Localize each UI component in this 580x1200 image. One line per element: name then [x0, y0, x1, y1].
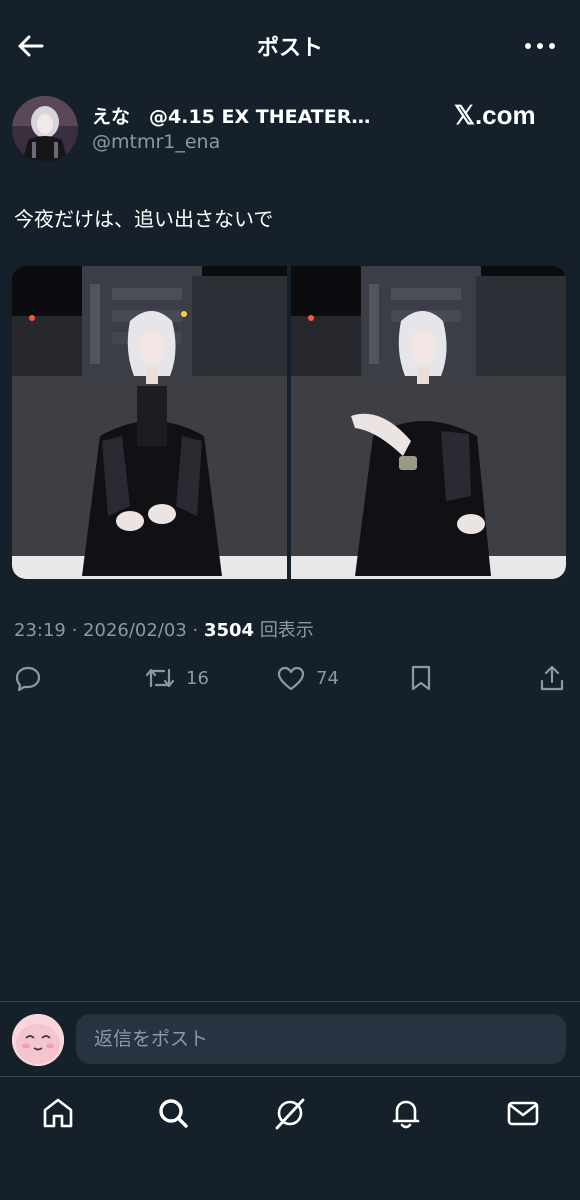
share-icon: [540, 665, 564, 691]
post-actions: 16 74: [0, 660, 580, 700]
user-avatar[interactable]: [12, 1014, 64, 1066]
post-author: えな @4.15 EX THEATER… @mtmr1_ena 𝕏.com: [0, 96, 580, 166]
bookmark-icon: [411, 665, 431, 691]
messages-icon[interactable]: [505, 1095, 541, 1131]
post-text: 今夜だけは、追い出さないで: [14, 207, 274, 231]
photo-1[interactable]: [12, 266, 287, 579]
reply-composer: [0, 1002, 580, 1076]
post-meta: 23:19 · 2026/02/03 · 3504 回表示: [14, 620, 314, 641]
repost-icon: [145, 668, 175, 688]
photo-2[interactable]: [291, 266, 566, 579]
top-bar: ポスト: [0, 0, 580, 92]
watermark-brand: 𝕏.com: [454, 100, 536, 130]
page-title: ポスト: [256, 36, 323, 61]
author-name[interactable]: えな @4.15 EX THEATER…: [92, 102, 370, 129]
post-time: 23:19: [14, 620, 66, 641]
notifications-icon[interactable]: [388, 1095, 424, 1131]
like-button[interactable]: 74: [276, 660, 339, 696]
more-horizontal-icon[interactable]: [522, 36, 558, 56]
repost-count: 16: [186, 667, 209, 689]
home-icon[interactable]: [40, 1095, 76, 1131]
reply-icon: [15, 666, 41, 692]
post-date: 2026/02/03: [83, 620, 187, 641]
heart-icon: [277, 666, 305, 691]
bookmark-button[interactable]: [408, 660, 434, 696]
avatar[interactable]: [12, 96, 78, 162]
reply-input[interactable]: [76, 1014, 566, 1064]
like-count: 74: [316, 667, 339, 689]
search-icon[interactable]: [155, 1095, 191, 1131]
reply-button[interactable]: [14, 660, 42, 696]
view-count: 3504: [203, 620, 255, 641]
share-button[interactable]: [538, 660, 566, 696]
repost-button[interactable]: 16: [144, 660, 209, 696]
author-handle[interactable]: @mtmr1_ena: [92, 131, 220, 153]
post-media: [12, 266, 566, 579]
grok-icon[interactable]: [272, 1095, 308, 1131]
bottom-navigation: [0, 1076, 580, 1200]
views-label: 回表示: [259, 620, 314, 641]
